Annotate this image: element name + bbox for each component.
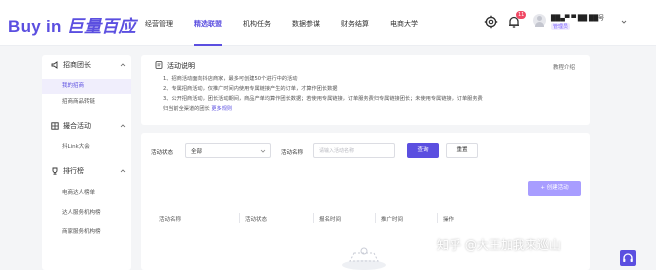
column-header: 活动名称 bbox=[159, 217, 182, 223]
sidebar-group-recruit[interactable]: 招商团长 bbox=[42, 58, 131, 72]
nav-item-operations[interactable]: 经营管理 bbox=[145, 0, 173, 46]
sidebar-group-label: 排行榜 bbox=[63, 167, 84, 175]
chevron-up-icon bbox=[120, 124, 126, 128]
column-header: 推广时间 bbox=[374, 213, 404, 223]
more-rules-link[interactable]: 更多规则 bbox=[211, 106, 232, 112]
watermark: 知乎 @大王加我来巡山 bbox=[437, 238, 561, 252]
info-line: 3、公开招商活动，团长活动期间，商品产单均算作团长数据；若使用专属链接，订单服务… bbox=[163, 96, 483, 102]
column-header: 操作 bbox=[436, 213, 455, 223]
sidebar-group-matchmaking[interactable]: 撮合活动 bbox=[42, 119, 131, 133]
info-line: 2、专属招商活动，仅推广时间内使用专属链接产生的订单，才算作团长数据 bbox=[163, 86, 338, 92]
logo-sub: 巨量百应 bbox=[66, 17, 136, 36]
notification-badge: 11 bbox=[516, 11, 527, 19]
sidebar-group-label: 撮合活动 bbox=[63, 122, 91, 130]
query-button[interactable]: 查询 bbox=[407, 143, 439, 158]
info-line-text: 归当前全渠道的团长 bbox=[163, 106, 210, 112]
settings-icon[interactable] bbox=[484, 15, 498, 29]
activity-info-card: 活动说明 教程介绍 1、招商活动面向抖店商家，最多可创建50个进行中的活动 2、… bbox=[141, 55, 590, 125]
top-navigation-bar: Buy in 巨量百应 经营管理 精选联盟 机构任务 数据参谋 财务结算 电商大… bbox=[0, 0, 656, 46]
sidebar-item-my-recruit[interactable]: 我的招商 bbox=[42, 79, 131, 94]
main-nav: 经营管理 精选联盟 机构任务 数据参谋 财务结算 电商大学 bbox=[145, 0, 439, 46]
sidebar-item-link-conference[interactable]: 抖Link大会 bbox=[42, 140, 131, 155]
name-filter-label: 活动名称 bbox=[281, 150, 304, 156]
status-filter-label: 活动状态 bbox=[151, 150, 174, 156]
sidebar-group-label: 招商团长 bbox=[63, 61, 91, 69]
logo[interactable]: Buy in 巨量百应 bbox=[8, 12, 136, 37]
empty-state-illustration bbox=[342, 247, 386, 270]
sidebar-group-rankings[interactable]: 排行榜 bbox=[42, 164, 131, 178]
table-header: 活动名称 活动状态 报名时间 推广时间 操作 bbox=[141, 202, 590, 232]
info-title: 活动说明 bbox=[167, 62, 195, 70]
trophy-icon bbox=[52, 167, 58, 175]
info-line: 1、招商活动面向抖店商家，最多可创建50个进行中的活动 bbox=[163, 76, 298, 82]
status-filter-value: 全部 bbox=[191, 149, 203, 155]
activity-name-input[interactable] bbox=[313, 143, 395, 158]
chevron-down-icon bbox=[260, 149, 266, 153]
sidebar-item-influencer-agency-ranking[interactable]: 达人服务机构榜 bbox=[42, 206, 131, 221]
nav-item-data-advisor[interactable]: 数据参谋 bbox=[292, 0, 320, 46]
user-name[interactable]: ██▄▀ ▀ ██ ██号 bbox=[551, 13, 604, 22]
sidebar-item-product-link-convert[interactable]: 招商商品转链 bbox=[42, 95, 131, 110]
create-activity-button[interactable]: + 创建活动 bbox=[528, 181, 581, 196]
reset-button[interactable]: 重置 bbox=[446, 143, 478, 158]
floating-help-button[interactable] bbox=[620, 250, 636, 266]
avatar[interactable] bbox=[533, 14, 546, 27]
column-header: 活动状态 bbox=[238, 213, 268, 223]
headset-icon bbox=[623, 253, 633, 262]
chevron-up-icon bbox=[120, 169, 126, 173]
info-line: 归当前全渠道的团长 更多规则 bbox=[163, 105, 232, 112]
sidebar: 招商团长 我的招商 招商商品转链 撮合活动 抖Link大会 排行榜 电商达人榜单… bbox=[42, 55, 131, 270]
grid-icon bbox=[51, 122, 59, 130]
nav-item-agency-tasks[interactable]: 机构任务 bbox=[243, 0, 271, 46]
nav-item-ecommerce-university[interactable]: 电商大学 bbox=[390, 0, 418, 46]
chevron-up-icon bbox=[120, 63, 126, 67]
megaphone-icon bbox=[51, 61, 58, 69]
nav-item-finance[interactable]: 财务结算 bbox=[341, 0, 369, 46]
tutorial-link[interactable]: 教程介绍 bbox=[553, 63, 575, 71]
nav-item-selected-alliance[interactable]: 精选联盟 bbox=[194, 0, 222, 46]
sidebar-item-influencer-ranking[interactable]: 电商达人榜单 bbox=[42, 186, 131, 201]
user-role-badge: 管理员 bbox=[551, 23, 571, 30]
document-icon bbox=[155, 61, 163, 69]
column-header: 报名时间 bbox=[312, 213, 342, 223]
chevron-down-icon[interactable] bbox=[621, 19, 627, 25]
logo-main: Buy in bbox=[8, 17, 62, 36]
sidebar-item-merchant-agency-ranking[interactable]: 商家服务机构榜 bbox=[42, 225, 131, 240]
status-filter-select[interactable]: 全部 bbox=[185, 143, 271, 158]
